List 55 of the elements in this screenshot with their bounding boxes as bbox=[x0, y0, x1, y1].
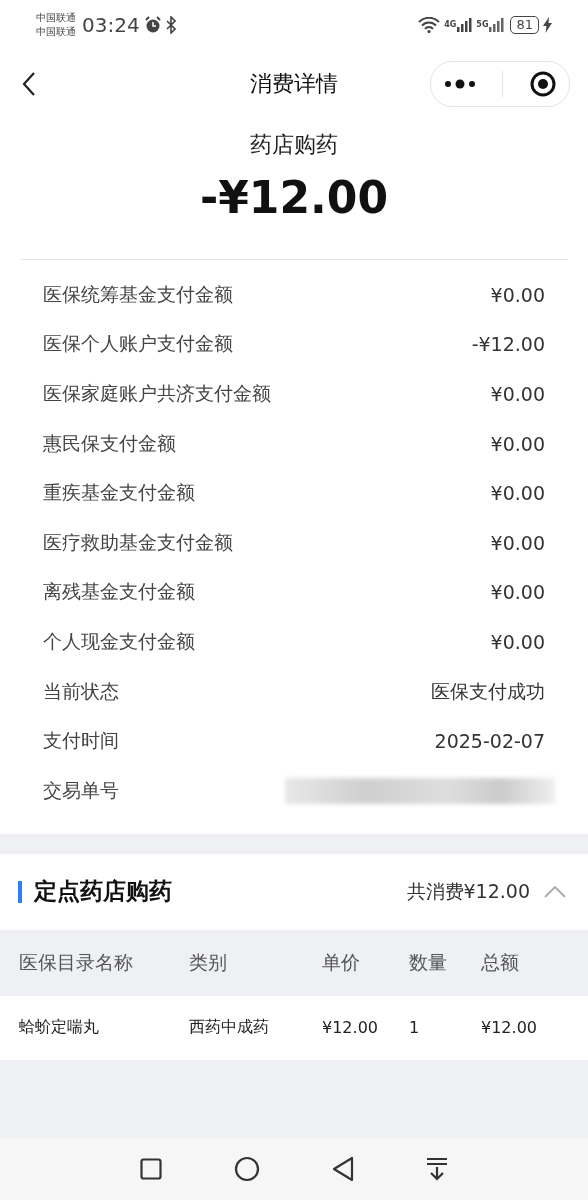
recents-icon[interactable] bbox=[140, 1158, 162, 1180]
clock-time: 03:24 bbox=[82, 13, 140, 37]
back-icon[interactable] bbox=[22, 71, 36, 97]
column-header: 类别 bbox=[189, 950, 227, 973]
more-icon[interactable] bbox=[444, 79, 477, 89]
section-title: 定点药店购药 bbox=[34, 877, 172, 907]
signal-icon bbox=[489, 18, 505, 32]
detail-value: ¥0.00 bbox=[490, 283, 545, 306]
total-amount: -¥12.00 bbox=[199, 172, 389, 223]
close-icon[interactable] bbox=[529, 71, 556, 97]
column-header: 医保目录名称 bbox=[19, 950, 133, 973]
detail-label: 离残基金支付金额 bbox=[43, 579, 195, 605]
signal-icon bbox=[457, 18, 473, 32]
detail-label: 医保个人账户支付金额 bbox=[43, 331, 233, 357]
table-cell: 蛤蚧定喘丸 bbox=[19, 1017, 99, 1037]
charging-icon bbox=[543, 17, 552, 33]
category-label: 药店购药 bbox=[250, 131, 338, 159]
table-cell: 西药中成药 bbox=[189, 1017, 269, 1037]
home-icon[interactable] bbox=[234, 1156, 260, 1182]
detail-value: ¥0.00 bbox=[490, 581, 545, 604]
network-label: 4G bbox=[444, 20, 457, 29]
detail-label: 惠民保支付金额 bbox=[43, 430, 176, 456]
detail-label: 医保家庭账户共济支付金额 bbox=[43, 381, 271, 406]
page-title: 消费详情 bbox=[250, 71, 338, 96]
battery-level: 81 bbox=[510, 16, 539, 34]
detail-label: 当前状态 bbox=[43, 678, 119, 704]
table-cell: ¥12.00 bbox=[481, 1018, 537, 1038]
detail-value: ¥0.00 bbox=[490, 383, 545, 405]
detail-value: 医保支付成功 bbox=[431, 678, 545, 704]
detail-value: 2025-02-07 bbox=[434, 730, 545, 753]
bluetooth-icon bbox=[165, 16, 176, 34]
column-header: 单价 bbox=[322, 950, 360, 973]
detail-value: ¥0.00 bbox=[490, 432, 545, 455]
detail-label: 个人现金支付金额 bbox=[43, 628, 195, 654]
detail-label: 医保统筹基金支付金额 bbox=[43, 281, 233, 307]
wifi-icon bbox=[418, 17, 441, 33]
carrier-name: 中国联通 bbox=[36, 25, 76, 39]
network-label: 5G bbox=[476, 20, 489, 29]
carrier-name: 中国联通 bbox=[36, 11, 76, 25]
detail-value: -¥12.00 bbox=[471, 333, 545, 356]
table-cell: 1 bbox=[409, 1018, 420, 1038]
section-total: 共消费¥12.00 bbox=[406, 878, 530, 904]
download-icon[interactable] bbox=[426, 1157, 448, 1181]
detail-label: 支付时间 bbox=[43, 728, 119, 754]
detail-label: 交易单号 bbox=[43, 777, 119, 803]
column-header: 总额 bbox=[481, 950, 519, 973]
table-cell: ¥12.00 bbox=[322, 1018, 378, 1038]
detail-value: ¥0.00 bbox=[490, 531, 545, 554]
alarm-icon bbox=[143, 16, 162, 34]
detail-label: 医疗救助基金支付金额 bbox=[43, 529, 233, 555]
detail-value: ¥0.00 bbox=[490, 482, 545, 505]
back-icon[interactable] bbox=[332, 1156, 354, 1182]
detail-label: 重疾基金支付金额 bbox=[43, 480, 195, 506]
detail-value: ¥0.00 bbox=[490, 630, 545, 653]
column-header: 数量 bbox=[409, 950, 447, 973]
